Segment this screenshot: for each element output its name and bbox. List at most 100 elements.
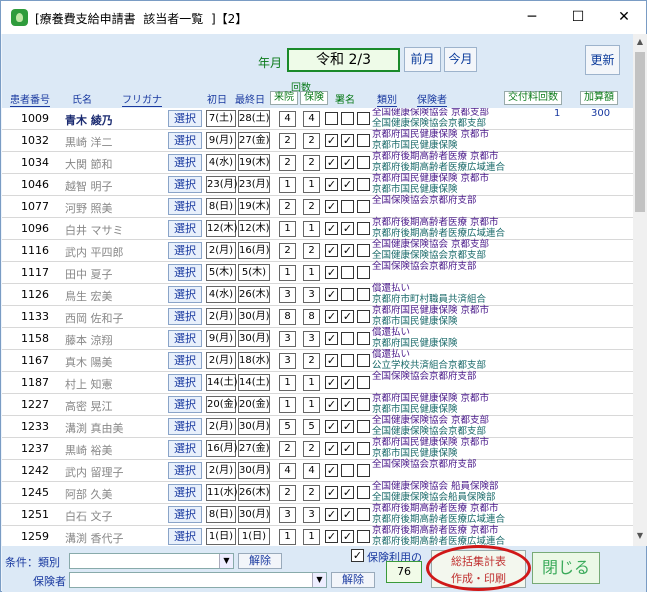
signature-checkbox[interactable]: ✓ bbox=[325, 398, 338, 411]
signature-checkbox[interactable]: ✓ bbox=[341, 244, 354, 257]
signature-checkbox[interactable]: ✓ bbox=[341, 530, 354, 543]
signature-checkbox[interactable] bbox=[357, 222, 370, 235]
close-window-button[interactable]: ✕ bbox=[601, 1, 647, 33]
select-button[interactable]: 選択 bbox=[168, 396, 202, 413]
table-row[interactable]: 1158 藤本 涼翔 選択 9(月) 30(月) 3 3 ✓ 償還払い 京都府国民健康保険 bbox=[2, 327, 633, 350]
signature-checkbox[interactable]: ✓ bbox=[325, 486, 338, 499]
table-row[interactable]: 1116 武内 平四郎 選択 2(月) 16(月) 2 2 ✓ ✓ 全国健康保険協会 京都支部 全国… bbox=[2, 239, 633, 262]
signature-checkbox[interactable]: ✓ bbox=[341, 310, 354, 323]
signature-checkbox[interactable]: ✓ bbox=[325, 508, 338, 521]
table-row[interactable]: 1034 大関 節和 選択 4(水) 19(木) 2 2 ✓ ✓ 京都府後期高齢者医療 京都市 京都… bbox=[2, 151, 633, 174]
select-button[interactable]: 選択 bbox=[168, 374, 202, 391]
col-header-insurer[interactable]: 保険者 bbox=[417, 91, 447, 107]
select-button[interactable]: 選択 bbox=[168, 352, 202, 369]
col-header-category[interactable]: 類別 bbox=[377, 91, 397, 107]
vertical-scrollbar[interactable]: ▲ ▼ bbox=[633, 34, 647, 546]
signature-checkbox[interactable] bbox=[357, 530, 370, 543]
signature-checkbox[interactable]: ✓ bbox=[341, 178, 354, 191]
insurer-select[interactable]: ▼ bbox=[69, 572, 327, 588]
maximize-button[interactable]: ☐ bbox=[555, 1, 601, 33]
chevron-down-icon[interactable]: ▼ bbox=[312, 573, 326, 587]
table-row[interactable]: 1032 黒崎 洋二 選択 9(月) 27(金) 2 2 ✓ ✓ 京都府国民健康保険 京都市 京都市… bbox=[2, 129, 633, 152]
table-row[interactable]: 1126 鳥生 宏美 選択 4(水) 26(木) 3 3 ✓ 償還払い 京都府市町村職員共済組合 bbox=[2, 283, 633, 306]
signature-checkbox[interactable] bbox=[357, 134, 370, 147]
select-button[interactable]: 選択 bbox=[168, 220, 202, 237]
signature-checkbox[interactable] bbox=[341, 266, 354, 279]
signature-checkbox[interactable] bbox=[357, 332, 370, 345]
col-header-patient-no[interactable]: 患者番号 bbox=[10, 91, 50, 107]
signature-checkbox[interactable]: ✓ bbox=[341, 486, 354, 499]
insurance-use-checkbox[interactable]: ✓ bbox=[351, 549, 364, 562]
signature-checkbox[interactable]: ✓ bbox=[325, 222, 338, 235]
year-month-field[interactable]: 令和 2/3 bbox=[287, 48, 400, 72]
table-row[interactable]: 1133 西岡 佐和子 選択 2(月) 30(月) 8 8 ✓ ✓ 京都府国民健康保険 京都市 京都… bbox=[2, 305, 633, 328]
select-button[interactable]: 選択 bbox=[168, 418, 202, 435]
signature-checkbox[interactable] bbox=[341, 464, 354, 477]
col-header-name[interactable]: 氏名 bbox=[72, 91, 92, 106]
signature-checkbox[interactable]: ✓ bbox=[325, 178, 338, 191]
select-button[interactable]: 選択 bbox=[168, 176, 202, 193]
signature-checkbox[interactable] bbox=[357, 420, 370, 433]
select-button[interactable]: 選択 bbox=[168, 242, 202, 259]
signature-checkbox[interactable] bbox=[341, 112, 354, 125]
table-row[interactable]: 1117 田中 夏子 選択 5(木) 5(木) 1 1 ✓ 全国保険協会京都府支部 bbox=[2, 261, 633, 284]
scroll-thumb[interactable] bbox=[635, 52, 645, 212]
signature-checkbox[interactable] bbox=[341, 200, 354, 213]
scroll-up-arrow[interactable]: ▲ bbox=[633, 34, 647, 50]
table-row[interactable]: 1009 青木 綾乃 選択 7(土) 28(土) 4 4 全国健康保険協会 京都支部 全国健康保… bbox=[2, 108, 633, 130]
category-select[interactable]: ▼ bbox=[69, 553, 234, 569]
signature-checkbox[interactable] bbox=[325, 112, 338, 125]
signature-checkbox[interactable] bbox=[357, 288, 370, 301]
table-row[interactable]: 1167 真木 陽美 選択 2(月) 18(水) 3 2 ✓ 償還払い 公立学校共済組合京都支部 bbox=[2, 349, 633, 372]
signature-checkbox[interactable]: ✓ bbox=[341, 376, 354, 389]
signature-checkbox[interactable]: ✓ bbox=[341, 442, 354, 455]
signature-checkbox[interactable]: ✓ bbox=[325, 310, 338, 323]
signature-checkbox[interactable] bbox=[357, 354, 370, 367]
table-row[interactable]: 1187 村上 知憲 選択 14(土) 14(土) 1 1 ✓ ✓ 全国保険協会京都府支部 bbox=[2, 371, 633, 394]
select-button[interactable]: 選択 bbox=[168, 154, 202, 171]
signature-checkbox[interactable] bbox=[341, 354, 354, 367]
scroll-down-arrow[interactable]: ▼ bbox=[633, 528, 647, 544]
col-header-furigana[interactable]: フリガナ bbox=[122, 91, 162, 107]
table-row[interactable]: 1259 溝渕 香代子 選択 1(日) 1(日) 1 1 ✓ ✓ 京都府後期高齢者医療 京都市 京都… bbox=[2, 525, 633, 546]
signature-checkbox[interactable]: ✓ bbox=[325, 266, 338, 279]
signature-checkbox[interactable]: ✓ bbox=[341, 508, 354, 521]
select-button[interactable]: 選択 bbox=[168, 286, 202, 303]
signature-checkbox[interactable] bbox=[357, 244, 370, 257]
select-button[interactable]: 選択 bbox=[168, 528, 202, 545]
minimize-button[interactable]: ─ bbox=[509, 1, 555, 33]
table-row[interactable]: 1077 河野 照美 選択 8(日) 19(木) 2 2 ✓ 全国保険協会京都府支部 bbox=[2, 195, 633, 218]
signature-checkbox[interactable]: ✓ bbox=[325, 442, 338, 455]
signature-checkbox[interactable] bbox=[357, 376, 370, 389]
select-button[interactable]: 選択 bbox=[168, 308, 202, 325]
signature-checkbox[interactable]: ✓ bbox=[325, 244, 338, 257]
signature-checkbox[interactable]: ✓ bbox=[325, 288, 338, 301]
signature-checkbox[interactable]: ✓ bbox=[325, 376, 338, 389]
signature-checkbox[interactable] bbox=[357, 266, 370, 279]
table-row[interactable]: 1242 武内 留理子 選択 2(月) 30(月) 4 4 ✓ 全国保険協会京都府支部 bbox=[2, 459, 633, 482]
signature-checkbox[interactable] bbox=[357, 112, 370, 125]
table-row[interactable]: 1251 白石 文子 選択 8(日) 30(月) 3 3 ✓ ✓ 京都府後期高齢者医療 京都市 京都… bbox=[2, 503, 633, 526]
clear-insurer-button[interactable]: 解除 bbox=[331, 572, 375, 588]
select-button[interactable]: 選択 bbox=[168, 484, 202, 501]
signature-checkbox[interactable] bbox=[357, 156, 370, 169]
select-button[interactable]: 選択 bbox=[168, 110, 202, 127]
signature-checkbox[interactable]: ✓ bbox=[341, 420, 354, 433]
table-row[interactable]: 1237 黒崎 裕美 選択 16(月) 27(金) 2 2 ✓ ✓ 京都府国民健康保険 京都市 京都… bbox=[2, 437, 633, 460]
clear-category-button[interactable]: 解除 bbox=[238, 553, 282, 569]
signature-checkbox[interactable]: ✓ bbox=[341, 156, 354, 169]
select-button[interactable]: 選択 bbox=[168, 132, 202, 149]
select-button[interactable]: 選択 bbox=[168, 506, 202, 523]
signature-checkbox[interactable]: ✓ bbox=[325, 464, 338, 477]
signature-checkbox[interactable] bbox=[357, 310, 370, 323]
signature-checkbox[interactable] bbox=[341, 288, 354, 301]
table-row[interactable]: 1227 高密 晃江 選択 20(金) 20(金) 1 1 ✓ ✓ 京都府国民健康保険 京都市 京都… bbox=[2, 393, 633, 416]
signature-checkbox[interactable]: ✓ bbox=[325, 156, 338, 169]
signature-checkbox[interactable] bbox=[357, 398, 370, 411]
signature-checkbox[interactable] bbox=[341, 332, 354, 345]
signature-checkbox[interactable]: ✓ bbox=[325, 530, 338, 543]
current-month-button[interactable]: 今月 bbox=[444, 47, 477, 72]
signature-checkbox[interactable]: ✓ bbox=[325, 332, 338, 345]
table-row[interactable]: 1233 溝渕 真由美 選択 2(月) 30(月) 5 5 ✓ ✓ 全国健康保険協会 京都支部 全国… bbox=[2, 415, 633, 438]
signature-checkbox[interactable] bbox=[357, 508, 370, 521]
